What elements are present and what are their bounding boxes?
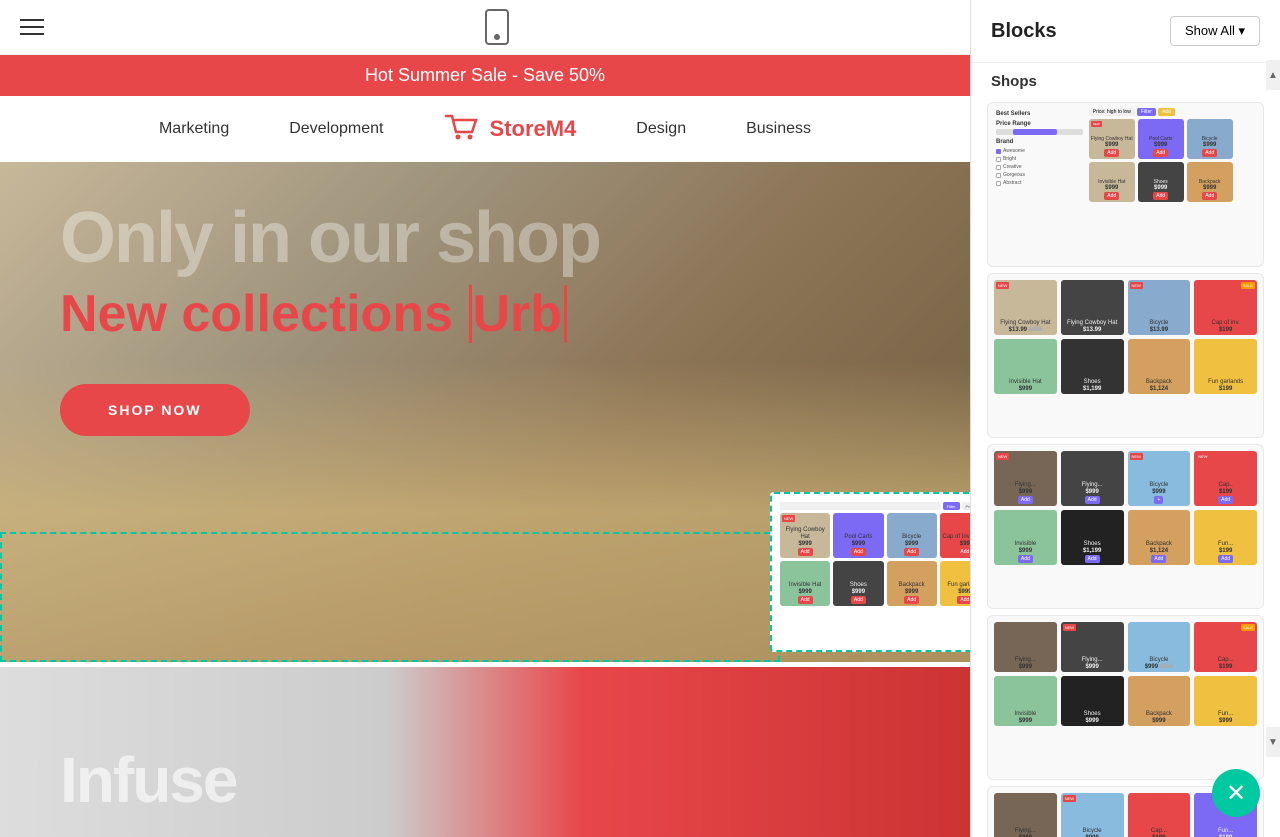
- menu-icon[interactable]: [20, 19, 44, 35]
- block-thumb-1[interactable]: Best Sellers Price Range Brand Awesome B…: [987, 102, 1264, 267]
- show-all-button[interactable]: Show All ▾: [1170, 16, 1260, 46]
- shop-now-button[interactable]: SHOP NOW: [60, 384, 250, 436]
- logo-text: StoreM4: [490, 116, 577, 142]
- main-editor-area: Hot Summer Sale - Save 50% Marketing Dev…: [0, 0, 970, 837]
- second-section: Infuse: [0, 667, 970, 837]
- close-panel-button[interactable]: ✕: [1212, 769, 1260, 817]
- hero-highlight: Urb: [472, 285, 567, 343]
- website-preview: Hot Summer Sale - Save 50% Marketing Dev…: [0, 55, 970, 837]
- right-panel: Blocks Show All ▾ Shops Best Sellers Pri…: [970, 0, 1280, 837]
- block-thumb-2[interactable]: NEWFlying Cowboy Hat$13.99 $999 Flying C…: [987, 273, 1264, 438]
- scroll-down-arrow[interactable]: ▼: [1266, 727, 1280, 757]
- mobile-device-icon[interactable]: [485, 9, 509, 45]
- panel-header: Blocks Show All ▾: [971, 0, 1280, 63]
- hero-title-sub: New collections Urb: [60, 284, 910, 344]
- editor-toolbar: [0, 0, 970, 55]
- nav-link-marketing[interactable]: Marketing: [159, 120, 229, 138]
- panel-title: Blocks: [991, 20, 1057, 43]
- shops-section-title: Shops: [971, 63, 1280, 96]
- blocks-scroll-area[interactable]: Best Sellers Price Range Brand Awesome B…: [971, 96, 1280, 837]
- logo-cart-icon: [444, 114, 480, 144]
- hero-section: Only in our shop New collections Urb SHO…: [0, 162, 970, 662]
- site-logo[interactable]: StoreM4: [444, 114, 577, 144]
- second-section-text: Infuse: [60, 743, 236, 817]
- floating-block-preview: Filter Price range NEW Flying Cowboy Hat…: [770, 492, 970, 652]
- block-thumb-3[interactable]: NEWFlying...$999Add Flying...$999Add NEW…: [987, 444, 1264, 609]
- promo-banner: Hot Summer Sale - Save 50%: [0, 55, 970, 96]
- scroll-up-arrow[interactable]: ▲: [1266, 60, 1280, 90]
- selection-box: [0, 532, 780, 662]
- site-navigation: Marketing Development StoreM4 Design Bus…: [0, 96, 970, 162]
- banner-text: Hot Summer Sale - Save 50%: [365, 65, 605, 85]
- toolbar-center: [485, 9, 509, 45]
- nav-link-design[interactable]: Design: [636, 120, 686, 138]
- nav-link-business[interactable]: Business: [746, 120, 811, 138]
- hero-content: Only in our shop New collections Urb SHO…: [0, 162, 970, 476]
- block-thumb-4[interactable]: Flying...$999 NEWFlying...$999 Bicycle$9…: [987, 615, 1264, 780]
- hero-title-main: Only in our shop: [60, 202, 910, 274]
- nav-link-development[interactable]: Development: [289, 120, 383, 138]
- toolbar-left: [20, 19, 44, 35]
